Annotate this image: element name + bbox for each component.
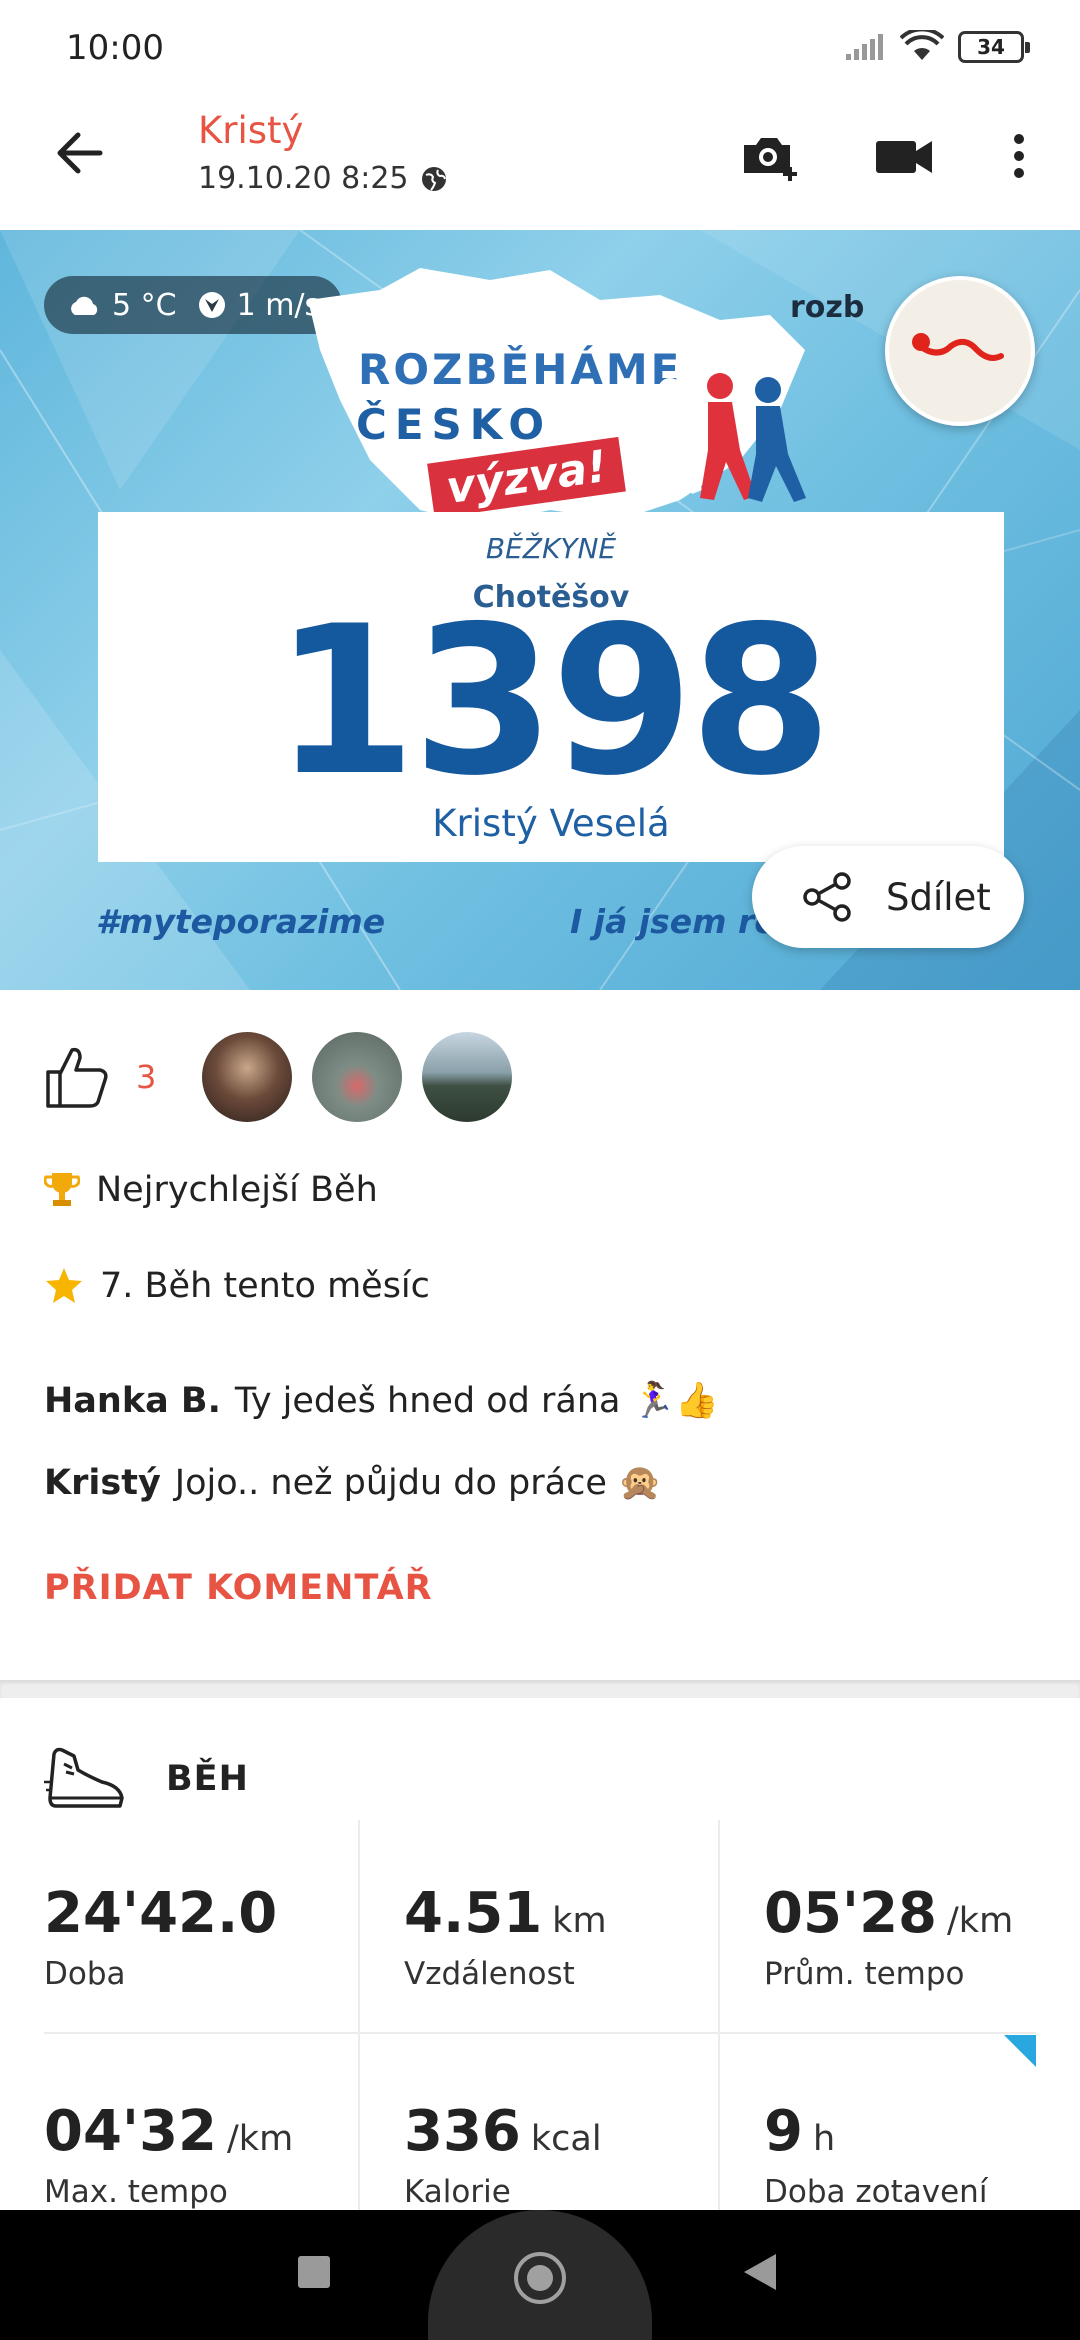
grid-divider (44, 2032, 1036, 2034)
thumbs-up-icon[interactable] (42, 1042, 112, 1112)
more-options-icon[interactable] (986, 123, 1052, 189)
wifi-icon (900, 30, 944, 60)
achievement-item: Nejrychlejší Běh (44, 1170, 378, 1210)
sport-header: BĚH (44, 1742, 249, 1816)
comment-author[interactable]: Kristý (44, 1463, 161, 1503)
add-photo-icon[interactable] (738, 123, 804, 189)
stat-duration: 24'42.0 Doba (44, 1886, 287, 1993)
activity-stats: BĚH 24'42.0 Doba 4.51 km Vzdálenost 05'28… (0, 1698, 1080, 2210)
race-bib: BĚŽKYNĚ Chotěšov 1398 Kristý Veselá (98, 512, 1004, 862)
avatar[interactable] (202, 1032, 293, 1122)
system-nav-bar (0, 2210, 1080, 2340)
comment[interactable]: Hanka B. Ty jedeš hned od rána 🏃‍♀️👍 (44, 1380, 719, 1421)
activity-datetime: 19.10.20 8:25 (198, 161, 409, 196)
stat-label: Kalorie (404, 2174, 511, 2210)
stat-label: Doba zotavení (764, 2174, 988, 2210)
section-divider (0, 1680, 1080, 1698)
wind-direction-icon (198, 292, 225, 318)
sponsor-logo: rozb (790, 290, 865, 325)
globe-icon (421, 166, 446, 191)
video-icon[interactable] (872, 123, 938, 189)
achievement-text: 7. Běh tento měsíc (100, 1266, 430, 1306)
achievement-text: Nejrychlejší Běh (96, 1170, 378, 1210)
stat-unit: h (812, 2119, 836, 2159)
comment[interactable]: Kristý Jojo.. než půjdu do práce 🙊 (44, 1462, 662, 1503)
share-button[interactable]: Sdílet (752, 846, 1024, 948)
stat-distance: 4.51 km Vzdálenost (404, 1886, 607, 1993)
app-header: Kristý 19.10.20 8:25 (0, 95, 1080, 230)
hashtag-right: I já jsem ro (570, 902, 777, 941)
logo-subtitle: ČESKO (356, 400, 553, 449)
route-map-thumbnail[interactable] (885, 276, 1035, 426)
status-icons: 34 (844, 30, 1030, 64)
weather-temperature: 5 °C (112, 287, 177, 323)
stat-value: 4.51 (404, 1881, 543, 1946)
info-corner-marker[interactable] (1004, 2035, 1036, 2067)
bib-role: BĚŽKYNĚ (485, 532, 617, 565)
activity-photo[interactable]: 5 °C 1 m/s ROZBĚHÁME ČESKO výzva! rozb B… (0, 230, 1080, 990)
trophy-icon (44, 1173, 80, 1206)
back-arrow-icon[interactable] (50, 123, 110, 183)
stat-label: Prům. tempo (764, 1956, 965, 1992)
status-time: 10:00 (66, 28, 164, 68)
achievement-item: 7. Běh tento měsíc (44, 1266, 430, 1306)
sport-type: BĚH (166, 1759, 249, 1799)
stat-unit: /km (227, 2119, 294, 2159)
activity-datetime-row: 19.10.20 8:25 (198, 161, 449, 196)
stat-unit: kcal (530, 2119, 602, 2159)
avatar[interactable] (422, 1032, 513, 1122)
bib-runner-name: Kristý Veselá (432, 802, 670, 845)
likes-row: 3 (42, 1022, 532, 1132)
nav-back-icon[interactable] (744, 2254, 776, 2290)
stat-unit: /km (947, 1901, 1014, 1941)
activity-owner-name[interactable]: Kristý (198, 109, 303, 152)
comment-author[interactable]: Hanka B. (44, 1381, 221, 1421)
add-comment-button[interactable]: PŘIDAT KOMENTÁŘ (44, 1568, 433, 1608)
comment-text: Ty jedeš hned od rána 🏃‍♀️👍 (234, 1381, 719, 1421)
stat-value: 9 (764, 2099, 803, 2164)
recent-apps-icon[interactable] (298, 2256, 330, 2288)
signal-icon (846, 34, 883, 60)
stat-value: 24'42.0 (44, 1881, 278, 1946)
running-shoe-icon (44, 1747, 124, 1808)
weather-badge: 5 °C 1 m/s (44, 276, 343, 334)
avatar[interactable] (312, 1032, 403, 1122)
cloud-icon (71, 296, 98, 315)
stat-label: Doba (44, 1956, 126, 1992)
social-section: 3 Nejrychlejší Běh 7. Běh tento měsíc Ha… (0, 990, 1080, 1680)
stat-label: Vzdálenost (404, 1956, 575, 1992)
star-icon (46, 1268, 82, 1303)
stat-calories: 336 kcal Kalorie (404, 2104, 602, 2211)
stat-label: Max. tempo (44, 2174, 228, 2210)
grid-divider (358, 1820, 360, 2210)
stat-avg-pace: 05'28/km Prům. tempo (764, 1886, 1014, 1993)
stat-max-pace: 04'32/km Max. tempo (44, 2104, 294, 2211)
battery-icon: 34 (958, 31, 1030, 63)
bib-number: 1398 (273, 583, 833, 821)
route-line-icon (912, 333, 1004, 361)
stat-value: 05'28 (764, 1881, 938, 1946)
stat-value: 336 (404, 2099, 521, 2164)
comment-text: Jojo.. než půjdu do práce 🙊 (174, 1463, 662, 1503)
status-bar: 10:00 34 (0, 0, 1080, 95)
share-icon (803, 872, 851, 922)
stat-unit: km (552, 1901, 607, 1941)
grid-divider (718, 1820, 720, 2210)
home-icon[interactable] (514, 2252, 566, 2304)
stat-recovery-time: 9h Doba zotavení (764, 2104, 988, 2211)
share-label: Sdílet (886, 875, 991, 919)
stat-value: 04'32 (44, 2099, 218, 2164)
hashtag-left: #myteporazime (96, 902, 386, 941)
like-count[interactable]: 3 (136, 1058, 156, 1096)
